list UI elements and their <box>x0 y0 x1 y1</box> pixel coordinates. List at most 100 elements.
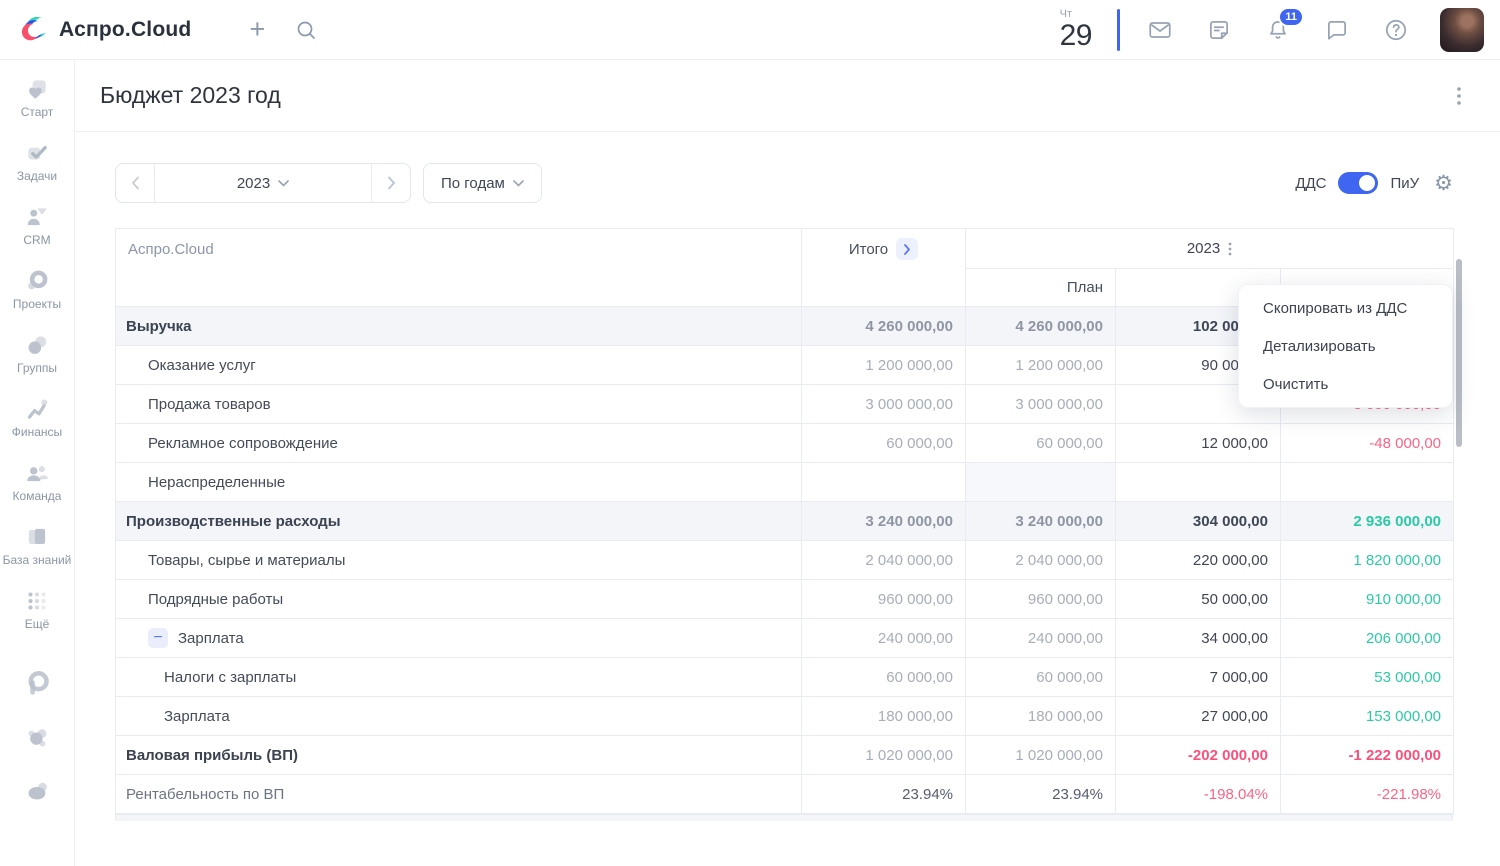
diff-cell[interactable]: 153 000,00 <box>1279 696 1455 736</box>
row-label: Рекламное сопровождение <box>148 434 338 452</box>
notification-badge: 11 <box>1278 6 1304 27</box>
context-menu-item[interactable]: Скопировать из ДДС <box>1238 289 1453 327</box>
sidebar-item-label: Проекты <box>12 297 62 311</box>
fact-cell[interactable]: 27 000,00 <box>1115 696 1281 736</box>
table-row: Производственные расходы 3 240 000,00 3 24… <box>115 501 1455 541</box>
plan-cell[interactable]: 1 020 000,00 <box>965 735 1116 775</box>
plan-cell[interactable]: 240 000,00 <box>965 618 1116 658</box>
plan-cell[interactable]: 1 200 000,00 <box>965 345 1116 385</box>
plan-cell[interactable]: 60 000,00 <box>965 657 1116 697</box>
total-cell[interactable]: 60 000,00 <box>801 423 966 463</box>
year-column-header: 2023 <box>964 228 1455 269</box>
sidebar-item-tasks[interactable]: Задачи <box>1 140 73 184</box>
avatar[interactable] <box>1440 7 1484 52</box>
row-label-cell: Рентабельность по ВП <box>115 774 802 814</box>
plan-cell[interactable]: 60 000,00 <box>965 423 1116 463</box>
prev-year-button[interactable] <box>116 164 155 202</box>
calendar-date[interactable]: Чт 29 <box>1060 8 1093 51</box>
total-cell[interactable] <box>801 462 966 502</box>
year-menu-kebab-icon[interactable] <box>1228 242 1232 256</box>
diff-cell[interactable] <box>1279 462 1455 502</box>
diff-cell[interactable]: 910 000,00 <box>1279 579 1455 619</box>
table-scrollbar[interactable] <box>1456 259 1462 447</box>
plan-cell[interactable]: 2 040 000,00 <box>965 540 1116 580</box>
total-cell[interactable]: 3 240 000,00 <box>801 501 966 541</box>
settings-gear-icon[interactable]: ⚙ <box>1434 173 1453 194</box>
total-cell[interactable]: 60 000,00 <box>801 657 966 697</box>
home-link[interactable]: Аспро.Cloud <box>20 15 191 45</box>
pinned-app-icon[interactable] <box>24 670 51 697</box>
expand-total-button[interactable] <box>896 238 919 260</box>
diff-cell[interactable]: -221.98% <box>1279 774 1455 814</box>
page-menu-kebab-icon[interactable] <box>1448 84 1470 108</box>
fact-cell[interactable]: 7 000,00 <box>1115 657 1281 697</box>
total-cell[interactable]: 1 020 000,00 <box>801 735 966 775</box>
report-toggle-group: ДДС ПиУ ⚙ <box>1295 172 1453 194</box>
fact-cell[interactable]: -198.04% <box>1115 774 1281 814</box>
collapse-row-button[interactable]: − <box>148 628 168 648</box>
period-mode-select[interactable]: По годам <box>423 163 542 203</box>
year-select[interactable]: 2023 <box>155 164 371 202</box>
plan-cell[interactable] <box>965 462 1116 502</box>
sidebar-item-crm[interactable]: CRM <box>1 204 73 248</box>
notes-button[interactable] <box>1204 15 1234 45</box>
diff-cell[interactable]: 1 820 000,00 <box>1279 540 1455 580</box>
fact-cell[interactable]: 304 000,00 <box>1115 501 1281 541</box>
sidebar-item-projects[interactable]: Проекты <box>1 268 73 312</box>
row-label: Оказание услуг <box>148 356 256 374</box>
row-label: Подрядные работы <box>148 590 284 608</box>
next-year-button[interactable] <box>371 164 410 202</box>
dds-piu-toggle[interactable] <box>1338 172 1379 194</box>
total-cell[interactable]: 4 260 000,00 <box>801 306 966 346</box>
budget-table-area: Аспро.Cloud Итого 2023 План Выручка 4 26… <box>115 228 1455 821</box>
diff-cell[interactable]: -48 000,00 <box>1279 423 1455 463</box>
diff-cell[interactable]: 53 000,00 <box>1279 657 1455 697</box>
diff-cell[interactable]: 206 000,00 <box>1279 618 1455 658</box>
help-button[interactable] <box>1381 15 1411 45</box>
pinned-app-icon[interactable] <box>24 724 51 751</box>
chat-button[interactable] <box>1322 15 1352 45</box>
fact-cell[interactable]: 220 000,00 <box>1115 540 1281 580</box>
fact-cell[interactable]: 34 000,00 <box>1115 618 1281 658</box>
fact-cell[interactable] <box>1115 462 1281 502</box>
total-cell[interactable]: 180 000,00 <box>801 696 966 736</box>
diff-cell[interactable]: 2 936 000,00 <box>1279 501 1455 541</box>
search-button[interactable] <box>291 15 321 45</box>
sidebar-item-groups[interactable]: Группы <box>1 332 73 376</box>
chevron-down-icon <box>513 179 524 187</box>
plan-cell[interactable]: 3 000 000,00 <box>965 384 1116 424</box>
notifications-button[interactable]: 11 <box>1263 6 1304 45</box>
plan-cell[interactable]: 180 000,00 <box>965 696 1116 736</box>
total-cell[interactable]: 2 040 000,00 <box>801 540 966 580</box>
total-cell[interactable]: 1 200 000,00 <box>801 345 966 385</box>
sidebar-item-kb[interactable]: База знаний <box>1 524 73 568</box>
brand-logo-icon <box>21 16 50 40</box>
total-cell[interactable]: 23.94% <box>801 774 966 814</box>
sidebar-item-start[interactable]: Старт <box>1 76 73 120</box>
plan-cell[interactable]: 960 000,00 <box>965 579 1116 619</box>
page-header: Бюджет 2023 год <box>75 60 1500 132</box>
controls-row: 2023 По годам ДДС ПиУ ⚙ <box>115 163 1453 203</box>
sidebar-item-label: CRM <box>23 233 51 247</box>
diff-cell[interactable]: -1 222 000,00 <box>1279 735 1455 775</box>
sidebar-item-label: Ещё <box>24 617 50 631</box>
plan-cell[interactable]: 3 240 000,00 <box>965 501 1116 541</box>
fact-cell[interactable]: 50 000,00 <box>1115 579 1281 619</box>
pinned-app-icon[interactable] <box>24 778 51 805</box>
create-plus-button[interactable]: + <box>249 16 265 43</box>
context-menu-item[interactable]: Очистить <box>1238 365 1453 403</box>
fact-cell[interactable]: -202 000,00 <box>1115 735 1281 775</box>
context-menu-item[interactable]: Детализировать <box>1238 327 1453 365</box>
plan-cell[interactable]: 4 260 000,00 <box>965 306 1116 346</box>
plan-cell[interactable]: 23.94% <box>965 774 1116 814</box>
sidebar-item-finance[interactable]: Финансы <box>1 396 73 440</box>
mail-button[interactable] <box>1145 15 1175 45</box>
total-cell[interactable]: 960 000,00 <box>801 579 966 619</box>
fact-cell[interactable]: 12 000,00 <box>1115 423 1281 463</box>
total-cell[interactable]: 3 000 000,00 <box>801 384 966 424</box>
row-label: Рентабельность по ВП <box>126 785 285 803</box>
total-cell[interactable]: 240 000,00 <box>801 618 966 658</box>
sidebar-item-team[interactable]: Команда <box>1 460 73 504</box>
chevron-left-icon <box>131 176 139 190</box>
sidebar-item-more[interactable]: Ещё <box>1 588 73 632</box>
